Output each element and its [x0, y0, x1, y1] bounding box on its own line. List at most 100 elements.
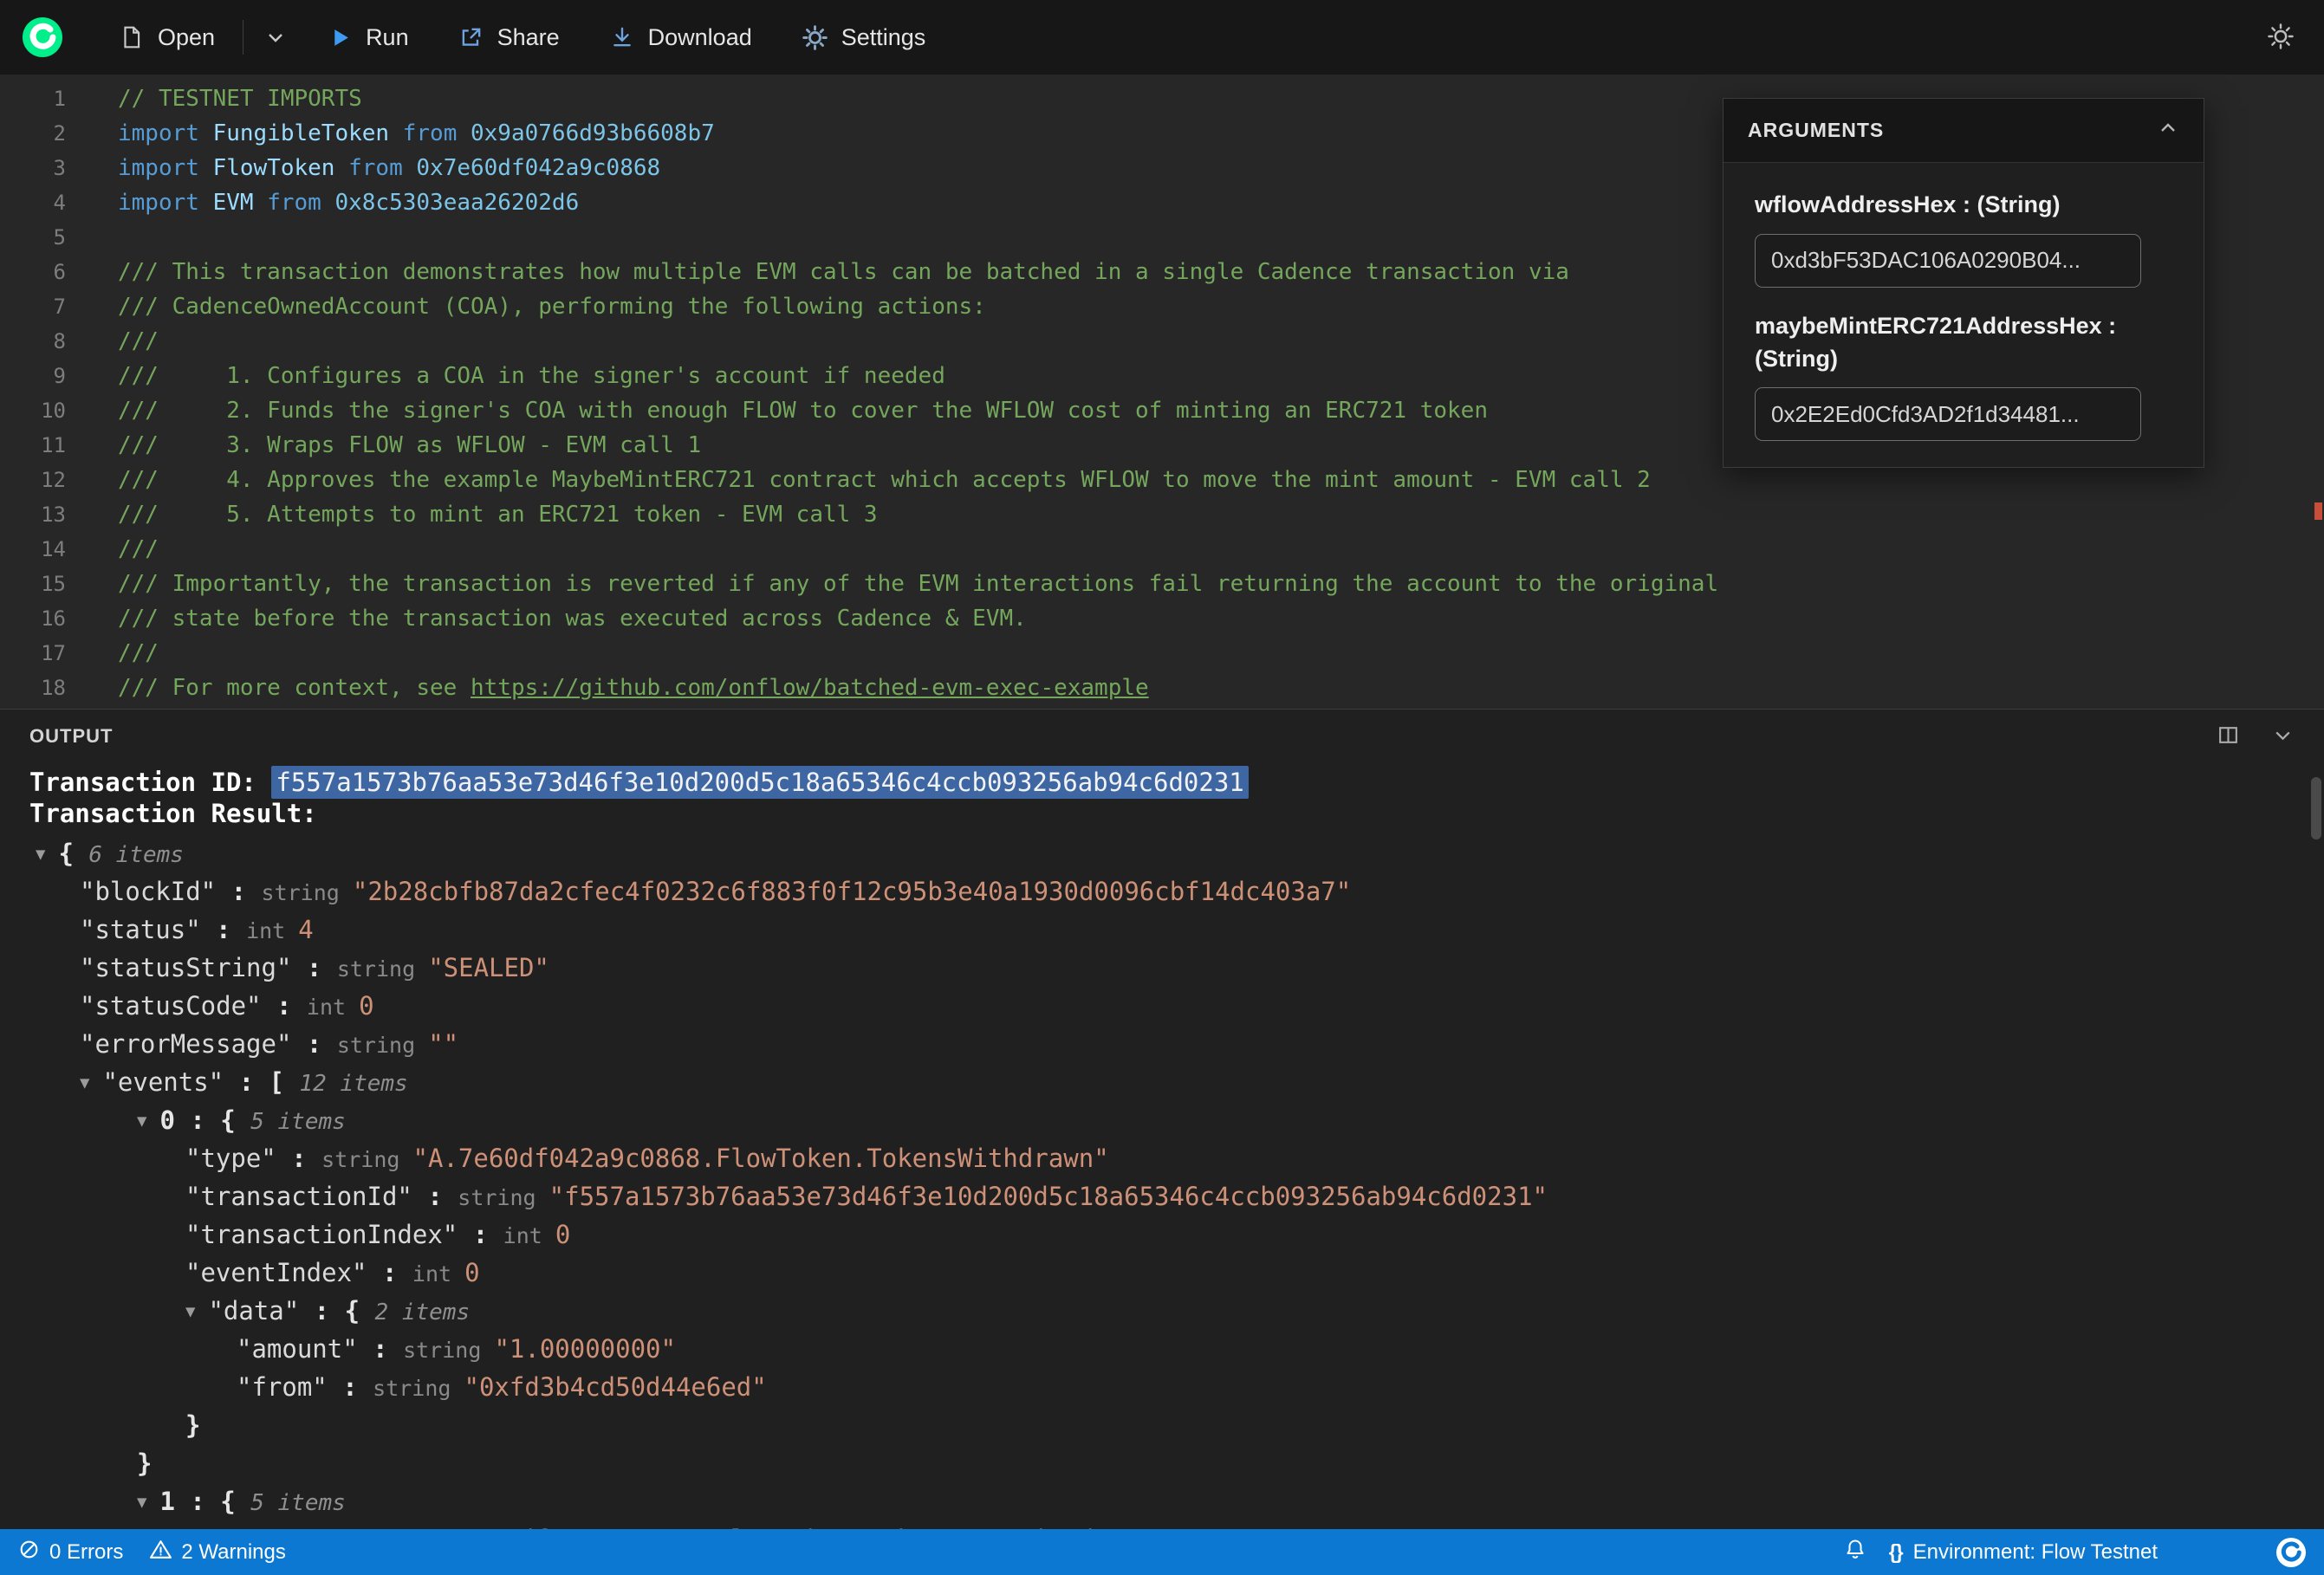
open-menu-chevron-button[interactable]: [264, 26, 287, 49]
code-token: /// Importantly, the transaction is reve…: [118, 571, 1719, 597]
code-token: /// This transaction demonstrates how mu…: [118, 259, 1569, 285]
line-number: 6: [53, 260, 66, 284]
code-link[interactable]: https://github.com/onflow/batched-evm-ex…: [471, 675, 1149, 701]
arguments-panel-header[interactable]: ARGUMENTS: [1724, 99, 2204, 163]
tree-segment: 0: [555, 1220, 571, 1249]
tree-segment: int: [412, 1261, 465, 1287]
tree-segment: "f557a1573b76aa53e73d46f3e10d200d5c18a65…: [549, 1182, 1548, 1211]
share-button-label: Share: [497, 23, 560, 50]
tree-segment: "A.7e60df042a9c0868.FlowToken.TokensDepo…: [413, 1525, 1109, 1529]
code-line: 18 /// For more context, see https://gith…: [0, 671, 2324, 705]
tree-segment: 5 items: [250, 1109, 346, 1135]
code-token: // TESTNET IMPORTS: [118, 86, 362, 112]
tree-segment: string: [458, 1185, 549, 1210]
tree-row: ▼ 0 : { 5 items: [0, 1101, 2324, 1139]
tree-segment: "eventIndex": [185, 1258, 367, 1287]
tree-row: "type" : string "A.7e60df042a9c0868.Flow…: [0, 1520, 2324, 1529]
tree-segment: "1.00000000": [494, 1334, 676, 1364]
code-line: 13 /// 5. Attempts to mint an ERC721 toke…: [0, 497, 2324, 532]
tree-segment: string: [336, 956, 429, 982]
warnings-indicator[interactable]: 2 Warnings: [149, 1538, 286, 1567]
code-token: FungibleToken: [212, 120, 390, 146]
status-bar: 0 Errors 2 Warnings {} Environment: Flow…: [0, 1529, 2324, 1575]
download-button[interactable]: Download: [610, 24, 752, 51]
line-content: /// 2. Funds the signer's COA with enoug…: [118, 393, 1488, 428]
tree-row: "amount" : string "1.00000000": [0, 1330, 2324, 1368]
argument-label-wflow: wflowAddressHex : (String): [1755, 191, 2061, 217]
tree-segment: 0 : {: [159, 1105, 251, 1135]
file-icon: [120, 25, 144, 49]
flow-logo-icon[interactable]: [23, 17, 62, 57]
tree-row: ▼ 1 : { 5 items: [0, 1482, 2324, 1520]
toolbar: Open Run Share Download Settings: [0, 0, 2324, 75]
tree-segment: "SEALED": [428, 953, 549, 982]
errors-count: 0 Errors: [49, 1539, 124, 1564]
line-content: /// state before the transaction was exe…: [118, 601, 1027, 636]
code-editor[interactable]: 1 // TESTNET IMPORTS 2 import FungibleToken…: [0, 75, 2324, 709]
tree-segment: 5 items: [250, 1490, 346, 1516]
code-token: /// 4. Approves the example MaybeMintERC…: [118, 467, 1651, 493]
line-content: /// 5. Attempts to mint an ERC721 token …: [118, 497, 878, 532]
tree-segment: "from": [237, 1372, 328, 1402]
split-view-icon[interactable]: [2217, 723, 2240, 749]
tree-segment: "2b28cbfb87da2cfec4f0232c6f883f0f12c95b3…: [352, 877, 1352, 906]
output-header: OUTPUT: [0, 710, 2324, 763]
environment-indicator[interactable]: {} Environment: Flow Testnet: [1889, 1540, 2158, 1565]
collapse-output-chevron-icon[interactable]: [2271, 723, 2295, 749]
collapse-toggle-icon[interactable]: ▼: [137, 1483, 146, 1521]
status-bar-right: {} Environment: Flow Testnet: [1844, 1537, 2307, 1568]
line-content: /// For more context, see https://github…: [118, 671, 1149, 705]
chevron-up-icon[interactable]: [2157, 117, 2179, 144]
share-button[interactable]: Share: [459, 24, 560, 51]
line-content: import FlowToken from 0x7e60df042a9c0868: [118, 151, 660, 185]
transaction-id-value[interactable]: f557a1573b76aa53e73d46f3e10d200d5c18a653…: [271, 766, 1249, 799]
flow-network-icon[interactable]: [2275, 1537, 2307, 1568]
line-number: 4: [53, 191, 66, 215]
open-button[interactable]: Open: [120, 24, 215, 51]
tree-segment: 1 : {: [159, 1487, 251, 1516]
line-number: 9: [53, 364, 66, 388]
code-token: from: [389, 120, 471, 146]
tree-segment: "statusCode": [80, 991, 262, 1021]
code-line: 17 ///: [0, 636, 2324, 671]
line-content: /// 4. Approves the example MaybeMintERC…: [118, 463, 1651, 497]
line-number: 10: [41, 399, 66, 423]
line-content: /// Importantly, the transaction is reve…: [118, 567, 1718, 601]
tree-row: }: [0, 1444, 2324, 1482]
line-content: /// 3. Wraps FLOW as WFLOW - EVM call 1: [118, 428, 701, 463]
play-icon: [328, 26, 352, 49]
open-button-label: Open: [158, 23, 216, 50]
collapse-toggle-icon[interactable]: ▼: [137, 1102, 146, 1140]
output-scrollbar[interactable]: [2311, 777, 2321, 839]
erc721-address-input[interactable]: [1755, 387, 2141, 442]
code-token: 0x8c5303eaa26202d6: [334, 190, 580, 216]
tree-segment: "type": [185, 1525, 276, 1529]
tree-segment: 0: [464, 1258, 480, 1287]
tree-row: "statusString" : string "SEALED": [0, 949, 2324, 987]
tree-segment: :: [291, 953, 337, 982]
run-button[interactable]: Run: [328, 24, 409, 51]
tree-segment: "statusString": [80, 953, 292, 982]
theme-toggle-button[interactable]: [2267, 23, 2295, 53]
wflow-address-input[interactable]: [1755, 233, 2141, 288]
line-number: 18: [41, 676, 66, 700]
code-token: import: [118, 155, 213, 181]
collapse-toggle-icon[interactable]: ▼: [80, 1064, 89, 1102]
line-number: 11: [41, 433, 66, 457]
tree-segment: "0xfd3b4cd50d44e6ed": [464, 1372, 767, 1402]
collapse-toggle-icon[interactable]: ▼: [185, 1293, 195, 1331]
tree-segment: 2 items: [374, 1300, 471, 1325]
line-number: 16: [41, 606, 66, 631]
settings-button-label: Settings: [841, 23, 926, 50]
errors-indicator[interactable]: 0 Errors: [17, 1538, 123, 1567]
line-content: // TESTNET IMPORTS: [118, 81, 362, 116]
tree-row: "type" : string "A.7e60df042a9c0868.Flow…: [0, 1139, 2324, 1177]
code-token: from: [334, 155, 417, 181]
bell-icon[interactable]: [1844, 1538, 1866, 1566]
tree-row: "transactionId" : string "f557a1573b76aa…: [0, 1177, 2324, 1215]
settings-button[interactable]: Settings: [802, 23, 926, 51]
tree-segment: 12 items: [299, 1071, 408, 1097]
collapse-toggle-icon[interactable]: ▼: [36, 835, 45, 873]
scrollbar-warning-marker: [2314, 502, 2322, 520]
tree-row: ▼ "data" : { 2 items: [0, 1292, 2324, 1330]
